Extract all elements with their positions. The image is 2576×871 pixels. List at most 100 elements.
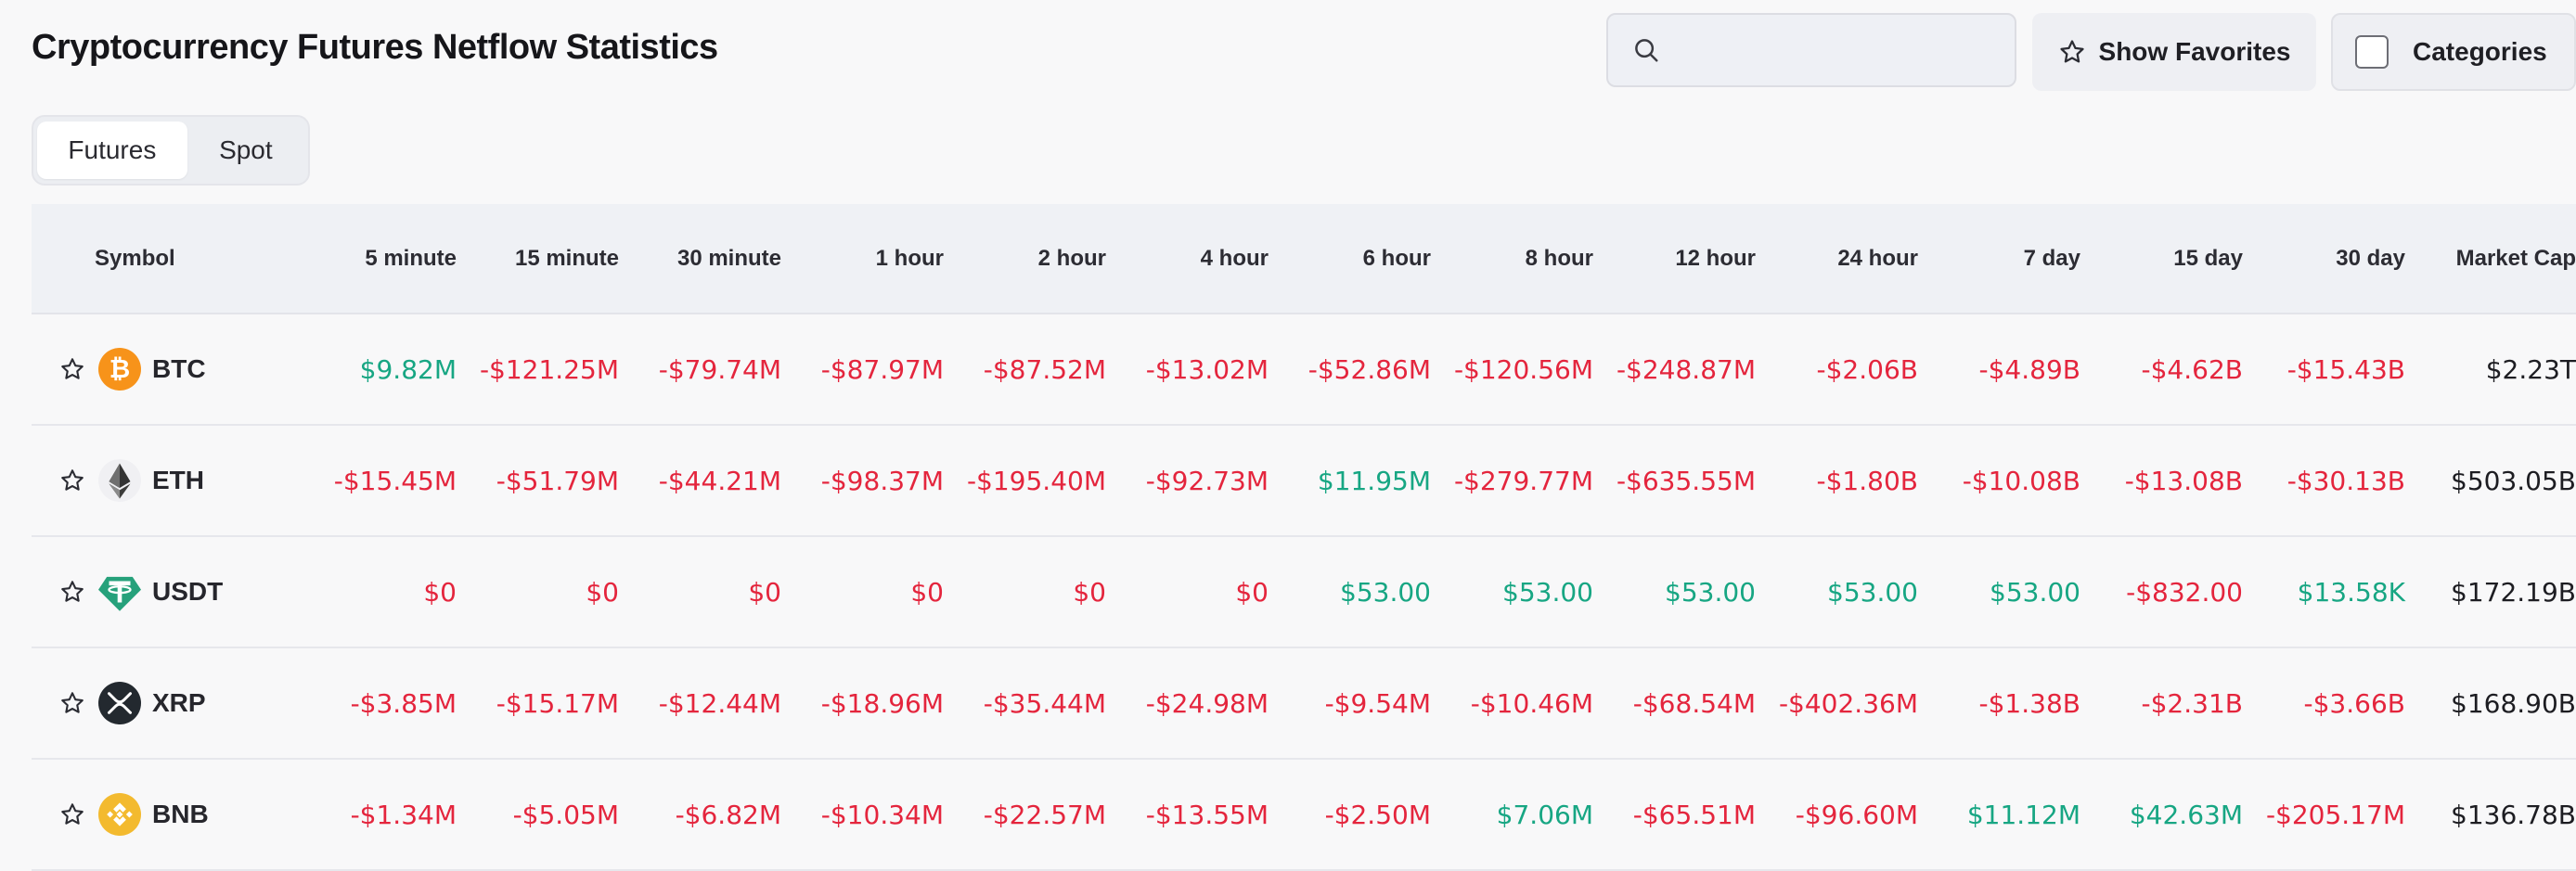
page-title: Cryptocurrency Futures Netflow Statistic… — [32, 28, 718, 67]
netflow-4-hour: -$13.02M — [1106, 314, 1269, 426]
column-header-market-cap[interactable]: Market Cap — [2405, 204, 2576, 314]
column-header-4-hour[interactable]: 4 hour — [1106, 204, 1269, 314]
tab-spot[interactable]: Spot — [187, 122, 304, 179]
netflow-6-hour: -$52.86M — [1269, 314, 1431, 426]
favorite-star-icon[interactable] — [59, 801, 85, 827]
netflow-2-hour: $0 — [944, 536, 1106, 648]
netflow-30-day: $13.58K — [2243, 536, 2405, 648]
table-row[interactable]: USDT $0 $0 $0 $0 $0 $0 $53.00 $53.00 $53… — [32, 536, 2576, 648]
netflow-30-minute: -$12.44M — [619, 647, 781, 760]
market-cap: $503.05B — [2405, 425, 2576, 537]
netflow-15-minute: -$5.05M — [457, 759, 619, 871]
table-header-row: Symbol 5 minute 15 minute 30 minute 1 ho… — [32, 204, 2576, 314]
netflow-7-day: -$4.89B — [1918, 314, 2080, 426]
netflow-24-hour: $53.00 — [1756, 536, 1918, 648]
netflow-12-hour: -$65.51M — [1593, 759, 1756, 871]
netflow-15-minute: -$15.17M — [457, 647, 619, 760]
table-row[interactable]: ETH -$15.45M -$51.79M -$44.21M -$98.37M … — [32, 425, 2576, 537]
market-cap: $168.90B — [2405, 647, 2576, 760]
netflow-30-day: -$3.66B — [2243, 647, 2405, 760]
netflow-24-hour: -$2.06B — [1756, 314, 1918, 426]
symbol-label: BNB — [152, 800, 209, 828]
netflow-15-day: -$832.00 — [2080, 536, 2243, 648]
xrp-icon — [98, 682, 141, 724]
netflow-2-hour: -$195.40M — [944, 425, 1106, 537]
netflow-8-hour: $7.06M — [1431, 759, 1593, 871]
categories-checkbox[interactable] — [2355, 35, 2389, 69]
netflow-7-day: -$10.08B — [1918, 425, 2080, 537]
market-cap: $136.78B — [2405, 759, 2576, 871]
netflow-15-day: -$4.62B — [2080, 314, 2243, 426]
netflow-5-minute: -$1.34M — [293, 759, 457, 871]
column-header-2-hour[interactable]: 2 hour — [944, 204, 1106, 314]
market-cap: $172.19B — [2405, 536, 2576, 648]
table-row[interactable]: XRP -$3.85M -$15.17M -$12.44M -$18.96M -… — [32, 647, 2576, 760]
star-icon — [2059, 40, 2084, 63]
netflow-30-minute: -$79.74M — [619, 314, 781, 426]
netflow-12-hour: -$635.55M — [1593, 425, 1756, 537]
column-header-12-hour[interactable]: 12 hour — [1593, 204, 1756, 314]
netflow-1-hour: -$18.96M — [781, 647, 944, 760]
column-header-15-day[interactable]: 15 day — [2080, 204, 2243, 314]
favorite-star-icon[interactable] — [59, 690, 85, 716]
table-row[interactable]: BNB -$1.34M -$5.05M -$6.82M -$10.34M -$2… — [32, 759, 2576, 871]
netflow-2-hour: -$87.52M — [944, 314, 1106, 426]
table-row[interactable]: ₿ BTC $9.82M -$121.25M -$79.74M -$87.97M… — [32, 314, 2576, 426]
netflow-7-day: $53.00 — [1918, 536, 2080, 648]
column-header-15-minute[interactable]: 15 minute — [457, 204, 619, 314]
netflow-2-hour: -$22.57M — [944, 759, 1106, 871]
column-header-6-hour[interactable]: 6 hour — [1269, 204, 1431, 314]
netflow-24-hour: -$1.80B — [1756, 425, 1918, 537]
favorite-star-icon[interactable] — [59, 579, 85, 605]
bnb-icon — [98, 793, 141, 836]
netflow-1-hour: -$87.97M — [781, 314, 944, 426]
column-header-24-hour[interactable]: 24 hour — [1756, 204, 1918, 314]
svg-text:₿: ₿ — [109, 353, 130, 384]
netflow-5-minute: $0 — [293, 536, 457, 648]
show-favorites-button[interactable]: Show Favorites — [2032, 13, 2316, 91]
eth-icon — [98, 459, 141, 502]
netflow-30-minute: -$44.21M — [619, 425, 781, 537]
categories-button[interactable]: Categories — [2331, 13, 2576, 91]
netflow-6-hour: $11.95M — [1269, 425, 1431, 537]
column-header-5-minute[interactable]: 5 minute — [293, 204, 457, 314]
netflow-7-day: $11.12M — [1918, 759, 2080, 871]
netflow-4-hour: $0 — [1106, 536, 1269, 648]
netflow-15-day: $42.63M — [2080, 759, 2243, 871]
netflow-5-minute: $9.82M — [293, 314, 457, 426]
netflow-8-hour: -$120.56M — [1431, 314, 1593, 426]
btc-icon: ₿ — [98, 348, 141, 391]
netflow-5-minute: -$3.85M — [293, 647, 457, 760]
netflow-4-hour: -$24.98M — [1106, 647, 1269, 760]
symbol-cell: USDT — [32, 536, 293, 648]
netflow-15-minute: -$121.25M — [457, 314, 619, 426]
netflow-table: Symbol 5 minute 15 minute 30 minute 1 ho… — [32, 204, 2576, 871]
favorite-star-icon[interactable] — [59, 356, 85, 382]
netflow-24-hour: -$402.36M — [1756, 647, 1918, 760]
netflow-30-minute: $0 — [619, 536, 781, 648]
search-input[interactable] — [1671, 14, 2015, 86]
netflow-5-minute: -$15.45M — [293, 425, 457, 537]
symbol-cell: ETH — [32, 425, 293, 537]
search-box[interactable] — [1606, 13, 2016, 87]
netflow-30-day: -$15.43B — [2243, 314, 2405, 426]
netflow-8-hour: -$279.77M — [1431, 425, 1593, 537]
netflow-15-minute: -$51.79M — [457, 425, 619, 537]
column-header-symbol: Symbol — [32, 204, 293, 314]
netflow-15-minute: $0 — [457, 536, 619, 648]
column-header-8-hour[interactable]: 8 hour — [1431, 204, 1593, 314]
show-favorites-label: Show Favorites — [2098, 37, 2291, 66]
column-header-30-day[interactable]: 30 day — [2243, 204, 2405, 314]
netflow-12-hour: -$248.87M — [1593, 314, 1756, 426]
tab-futures[interactable]: Futures — [37, 122, 187, 179]
column-header-7-day[interactable]: 7 day — [1918, 204, 2080, 314]
categories-label: Categories — [2413, 37, 2547, 66]
column-header-30-minute[interactable]: 30 minute — [619, 204, 781, 314]
symbol-label: XRP — [152, 688, 206, 717]
netflow-4-hour: -$92.73M — [1106, 425, 1269, 537]
column-header-1-hour[interactable]: 1 hour — [781, 204, 944, 314]
netflow-7-day: -$1.38B — [1918, 647, 2080, 760]
symbol-label: ETH — [152, 466, 204, 494]
favorite-star-icon[interactable] — [59, 468, 85, 493]
symbol-cell: BNB — [32, 759, 293, 871]
